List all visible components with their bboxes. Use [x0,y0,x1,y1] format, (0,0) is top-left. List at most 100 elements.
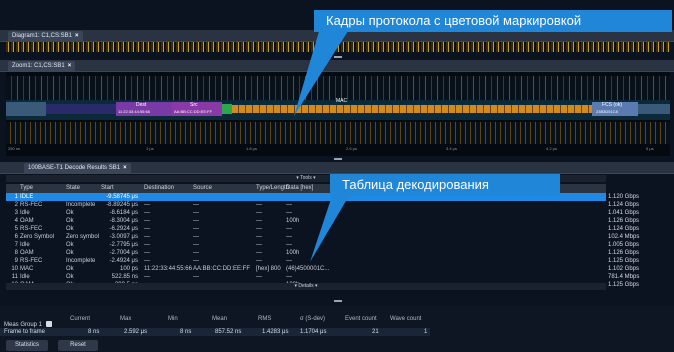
reset-button[interactable]: Reset [58,340,98,351]
table-row[interactable]: 8 OAM Ok -2.7004 μs — — —100h [6,249,606,257]
table-cell-len: — [256,258,262,264]
table-cell-dest: — [144,234,150,240]
tab-zoom1-label: Zoom1: C1,CS:SB1 [12,63,65,69]
table-cell-len: — [256,210,262,216]
col-header-destination[interactable]: Destination [144,184,174,193]
time-label: 4.2 μs [546,146,557,151]
meas-row-label: Frame to frame [4,329,46,335]
table-cell-start: 522.85 ns [111,274,138,280]
table-cell-speed: 1.041 Gbps [608,210,640,216]
table-row[interactable]: 11 Idle Ok 522.85 ns — — — — [6,273,606,281]
table-cell-type: MAC [20,266,34,272]
close-icon[interactable]: × [75,33,79,39]
table-cell-num: 10 [11,266,18,272]
meas-value-sdev: 1.1704 μs [300,329,327,335]
close-icon[interactable]: × [123,165,127,171]
callout-pointer-table [310,184,356,262]
table-cell-dest: — [144,210,150,216]
meas-header-current: Current [70,316,91,322]
statistics-button[interactable]: Statistics [6,340,48,351]
table-cell-speed: 102.4 Mbps [608,234,640,240]
table-row[interactable]: 2 RS-FEC Incomplete -8.89245 μs — — — — [6,201,606,209]
table-cell-speed: 1.125 Gbps [608,258,640,264]
table-cell-len: — [256,242,262,248]
time-label: 1.8 μs [246,146,257,151]
col-header-type-length[interactable]: Type/Length [256,184,289,193]
table-row[interactable]: 7 Idle Ok -2.7795 μs — — — — [6,241,606,249]
table-row[interactable]: 5 RS-FEC Ok -6.2924 μs — — — — [6,225,606,233]
table-cell-speed: 1.124 Gbps [608,202,640,208]
table-cell-num: 1 [14,194,18,200]
table-cell-type: Zero Symbol [20,234,55,240]
details-bar[interactable]: ▾ Details ▾ [6,283,606,290]
time-label: 250 ns [8,146,21,151]
decode-tab-bar: 100BASE-T1 Decode Results SB1 × [0,162,674,174]
meas-value-event-count: 21 [372,329,379,335]
table-cell-speed: 1.125 Gbps [608,282,640,288]
table-cell-type: Idle [20,210,30,216]
table-cell-num: 4 [14,218,18,224]
table-cell-src: — [193,210,199,216]
table-cell-num: 8 [14,250,18,256]
col-header-source[interactable]: Source [193,184,212,193]
table-cell-start: -6.2924 μs [109,226,138,232]
frame-block-payload [232,105,592,113]
col-header-start[interactable]: Start [101,184,114,193]
table-cell-len: — [256,202,262,208]
tab-decode-results[interactable]: 100BASE-T1 Decode Results SB1 × [24,163,131,173]
meas-header-mean: Mean [212,316,228,322]
table-cell-src: — [193,250,199,256]
table-cell-type: RS-FEC [20,226,43,232]
splitter-handle[interactable] [334,158,342,160]
table-cell-src: — [193,234,199,240]
frame-block-right [638,104,670,114]
table-cell-type: IDLE [20,194,34,200]
splitter-handle[interactable] [334,300,342,302]
dest-value: 11:22:33:44:55:66 [118,109,150,114]
tab-decode-label: 100BASE-T1 Decode Results SB1 [28,165,121,171]
meas-group-settings-icon[interactable] [46,321,52,327]
time-label: 1 μs [146,146,154,151]
frame-block-preamble [46,104,116,114]
frame-block-type [222,104,232,114]
table-cell-dest: — [144,242,150,248]
table-cell-speed: 1.120 Gbps [608,194,640,200]
table-cell-start: -8.6184 μs [109,210,138,216]
table-cell-len: — [256,234,262,240]
table-cell-speed: 1.126 Gbps [608,250,640,256]
table-cell-type: RS-FEC [20,202,43,208]
meas-header-rms: RMS [258,316,272,322]
table-row[interactable]: 3 Idle Ok -8.6184 μs — — — — [6,209,606,217]
time-label: 3.4 μs [446,146,457,151]
table-cell-start: 100 ps [119,266,138,272]
table-cell-num: 7 [14,242,18,248]
meas-value-current: 8 ns [88,329,100,335]
table-cell-src: AA:BB:CC:DD:EE:FF [193,266,251,272]
tab-zoom1[interactable]: Zoom1: C1,CS:SB1 × [8,61,76,71]
table-cell-dest: — [144,258,150,264]
col-header-state[interactable]: State [66,184,80,193]
tab-diagram1-label: Diagram1: C1,CS:SB1 [12,33,73,39]
table-row[interactable]: 4 OAM Ok -8.3004 μs — — —100h [6,217,606,225]
dest-label: Dest [136,102,147,108]
table-cell-num: 3 [14,210,18,216]
table-cell-num: 9 [14,258,18,264]
meas-value-min: 8 ns [180,329,192,335]
table-row[interactable]: 9 RS-FEC Incomplete -2.4924 μs — — — — [6,257,606,265]
table-cell-speed: 1.102 Gbps [608,266,640,272]
table-cell-src: — [193,258,199,264]
table-cell-type: Idle [20,274,30,280]
close-icon[interactable]: × [68,63,72,69]
src-value: AA:BB:CC:DD:EE:FF [174,109,213,114]
table-cell-num: 2 [14,202,18,208]
table-cell-dest: — [144,218,150,224]
col-header-type[interactable]: Type [20,184,33,193]
table-cell-start: -9.58745 μs [106,194,138,200]
table-cell-dest: 11:22:33:44:55:66 [144,266,192,272]
details-label: ▾ Details ▾ [294,283,318,289]
table-row[interactable]: 6 Zero Symbol Zero symbol r -3.0097 μs — — — — [6,233,606,241]
signal-trace-lower [6,122,670,144]
table-cell-src: — [193,242,199,248]
tab-diagram1[interactable]: Diagram1: C1,CS:SB1 × [8,31,83,41]
table-row[interactable]: 10 MAC Ok 100 ps 11:22:33:44:55:66 AA:BB:CC:D… [6,265,606,273]
